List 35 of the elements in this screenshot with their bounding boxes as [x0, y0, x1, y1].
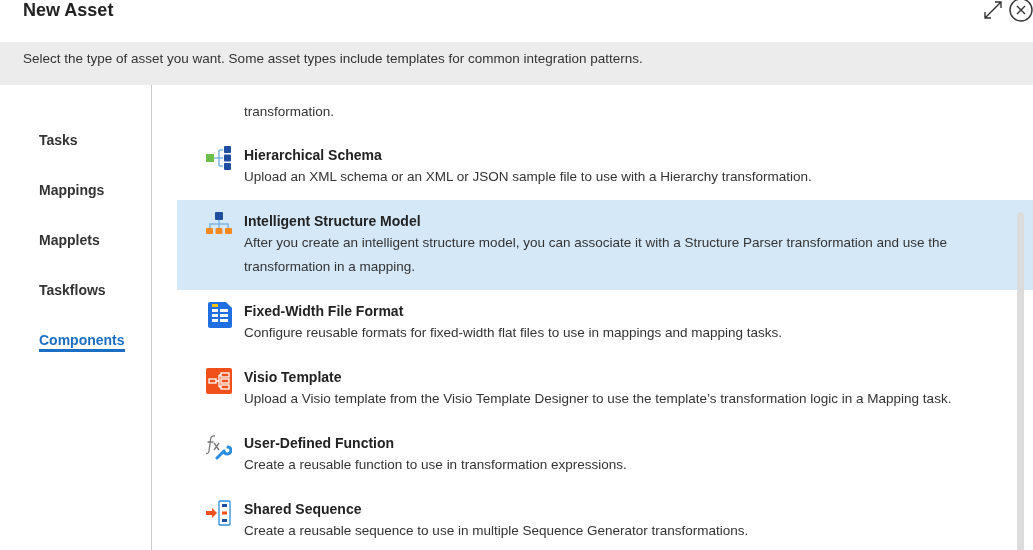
asset-item[interactable]: Visio Template Upload a Visio template from the Visio Template Designer to use the template’s transformation logic in a Mapping task. — [177, 356, 1033, 422]
category-tab[interactable]: Taskflows — [39, 281, 106, 302]
asset-title: Shared Sequence — [244, 500, 363, 519]
asset-item[interactable]: Hierarchical Schema Upload an XML schema or an XML or JSON sample file to use with a Hierarchy transformation. — [177, 134, 1033, 200]
asset-title: Fixed-Width File Format — [244, 302, 405, 321]
structure-icon — [206, 212, 232, 236]
category-tab[interactable]: Components — [39, 331, 125, 352]
scrollbar[interactable] — [1017, 212, 1024, 550]
asset-title: User-Defined Function — [244, 434, 396, 453]
asset-title: Visio Template — [244, 368, 343, 387]
asset-item[interactable]: Shared Sequence Create a reusable sequence to use in multiple Sequence Generator transformations. — [177, 488, 1033, 550]
category-tab[interactable]: Mappings — [39, 181, 105, 202]
diagram-icon — [206, 368, 232, 394]
hierarchy-icon — [206, 146, 232, 170]
expand-icon[interactable] — [983, 0, 1003, 20]
dialog-instructions: Select the type of asset you want. Some asset types include templates for common integration patterns. — [23, 50, 643, 68]
asset-item[interactable]: User-Defined Function Create a reusable function to use in transformation expressions. — [177, 422, 1033, 488]
category-tab[interactable]: Tasks — [39, 131, 78, 152]
asset-description: Upload a Visio template from the Visio Template Designer to use the template’s transformation logic in a Mapping task. — [244, 390, 953, 408]
category-tab[interactable]: Mapplets — [39, 231, 100, 252]
table-icon — [208, 302, 232, 328]
asset-title: Intelligent Structure Model — [244, 212, 422, 231]
asset-description: Upload an XML schema or an XML or JSON sample file to use with a Hierarchy transformation. — [244, 168, 813, 186]
sequence-icon — [206, 500, 232, 526]
asset-description: Create a reusable sequence to use in multiple Sequence Generator transformations. — [244, 522, 750, 540]
asset-description: transformation. — [244, 104, 335, 119]
close-icon[interactable] — [1009, 0, 1033, 22]
asset-title: Hierarchical Schema — [244, 146, 383, 165]
asset-description: After you create an intelligent structure model, you can associate it with a Structure Parser transformation and use the transformation in a mapping. — [244, 234, 949, 276]
asset-item[interactable]: Fixed-Width File Format Configure reusable formats for fixed-width flat files to use in mappings and mapping tasks. — [177, 290, 1033, 356]
asset-item[interactable]: Intelligent Structure Model After you create an intelligent structure model, you can associate it with a Structure Parser transformation and use the transformation in a mapping. — [177, 200, 1033, 290]
dialog-title: New Asset — [22, 0, 114, 20]
function-wrench-icon — [206, 434, 232, 460]
asset-description: Create a reusable function to use in transformation expressions. — [244, 456, 628, 474]
asset-description: Configure reusable formats for fixed-width flat files to use in mappings and mapping tasks. — [244, 324, 784, 342]
